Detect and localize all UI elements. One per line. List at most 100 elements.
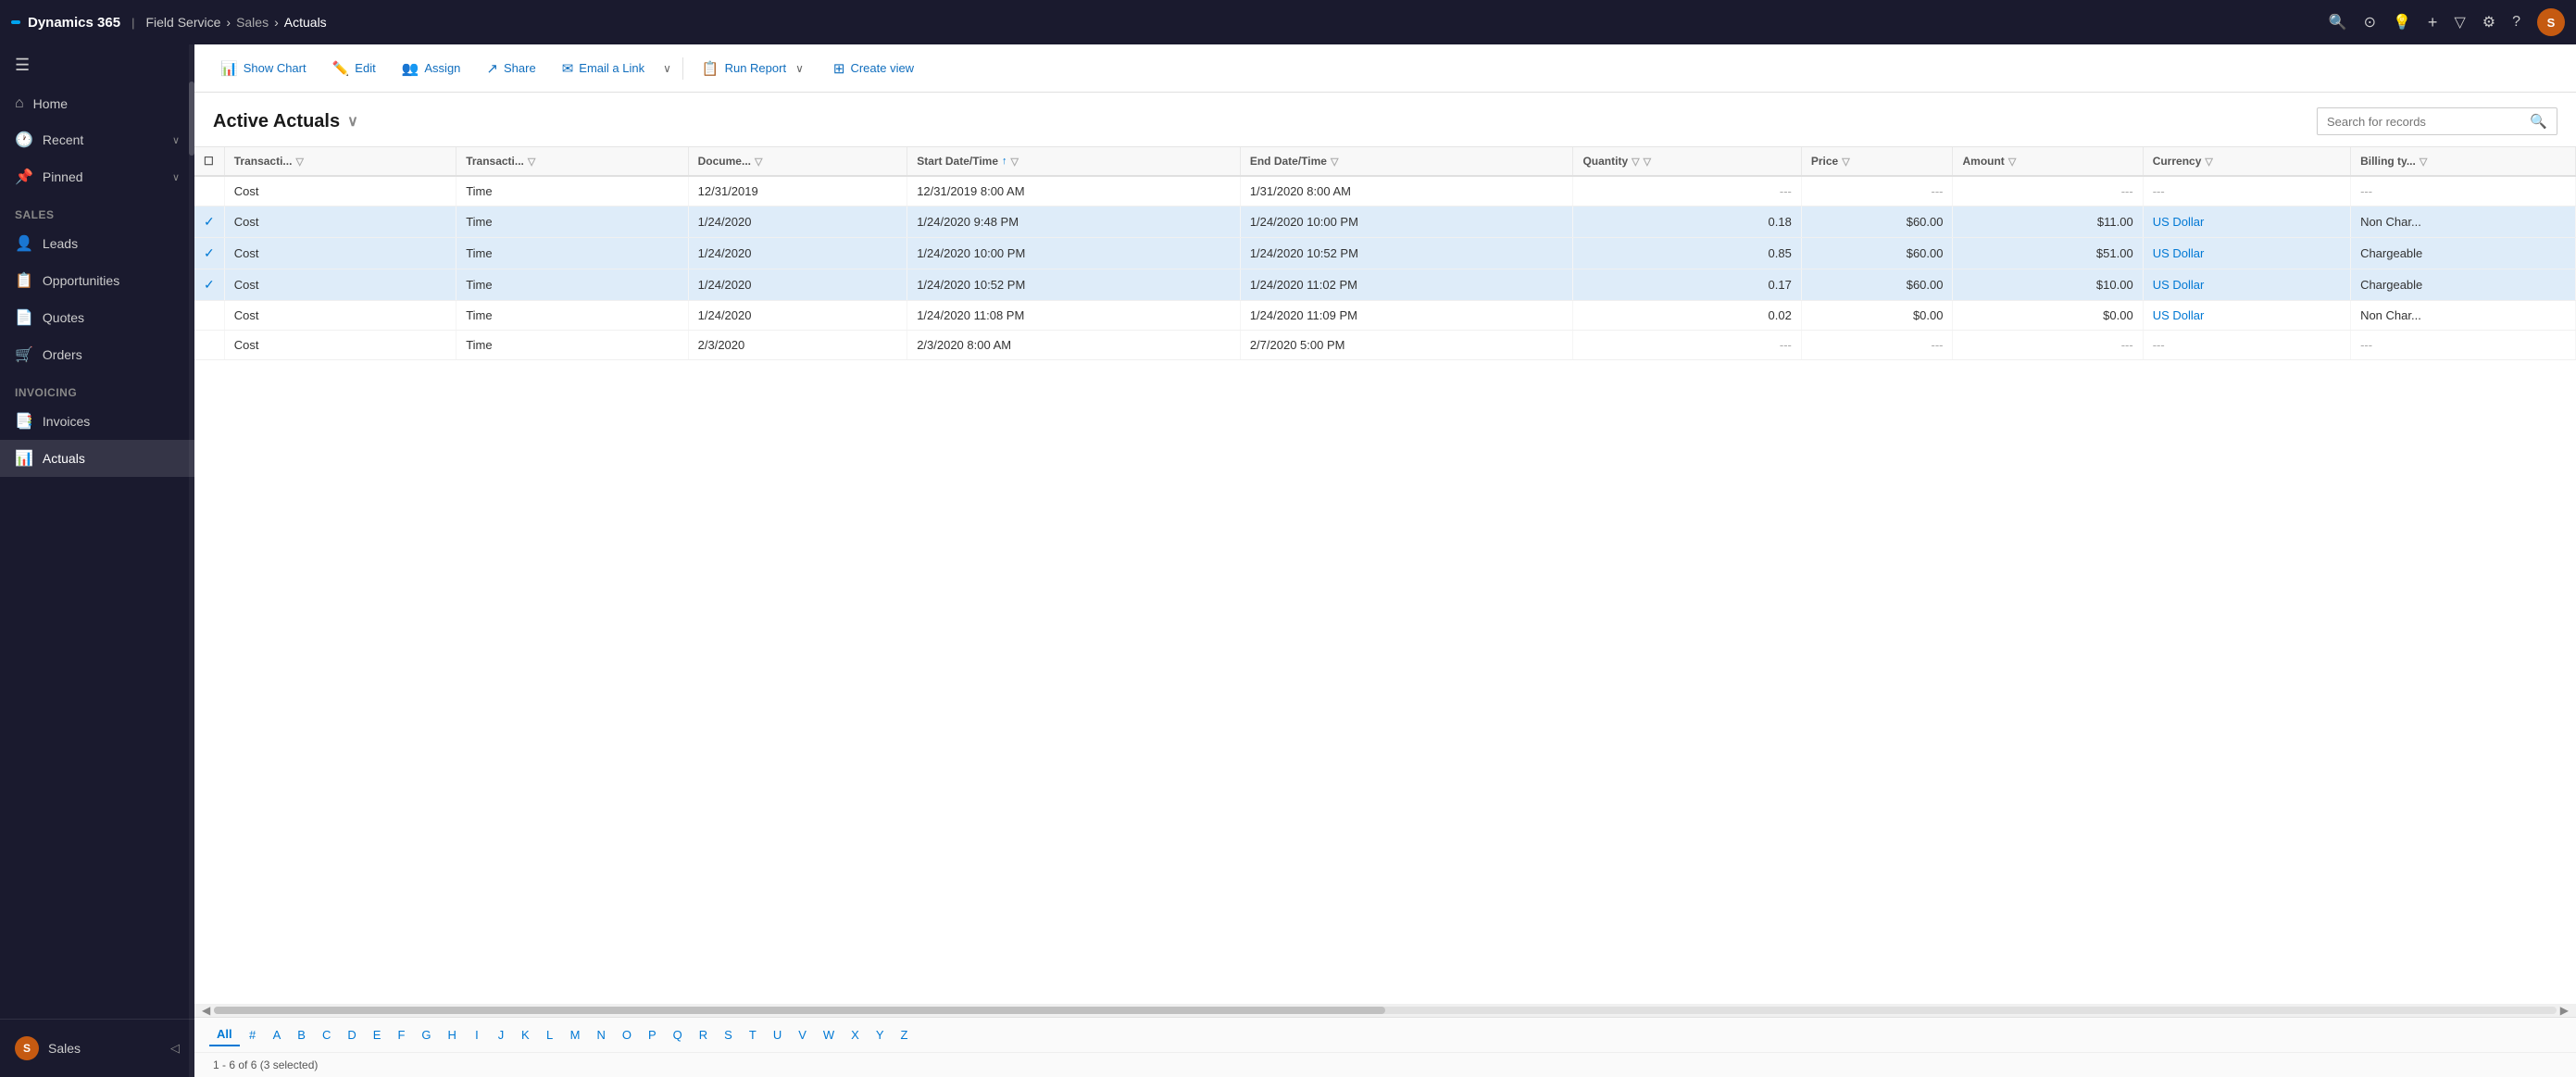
sidebar-item-recent[interactable]: 🕐 Recent ∨: [0, 121, 194, 158]
alpha-btn-s[interactable]: S: [717, 1024, 740, 1046]
table-row[interactable]: ✓ Cost Time 1/24/2020 1/24/2020 10:00 PM…: [194, 238, 2576, 269]
alpha-btn-r[interactable]: R: [692, 1024, 715, 1046]
scroll-thumb[interactable]: [214, 1007, 1385, 1014]
alpha-btn-x[interactable]: X: [844, 1024, 867, 1046]
filter-icon[interactable]: ▽: [2454, 13, 2465, 31]
assign-button[interactable]: 👥 Assign: [391, 55, 472, 82]
sidebar-collapse-icon[interactable]: ◁: [170, 1041, 180, 1056]
view-title-chevron-icon[interactable]: ∨: [347, 112, 358, 131]
alpha-btn-z[interactable]: Z: [894, 1024, 916, 1046]
row-check[interactable]: [194, 301, 224, 331]
more-dropdown-icon[interactable]: ∨: [659, 56, 675, 81]
cell-amount: ---: [1953, 176, 2143, 207]
alpha-btn-g[interactable]: G: [414, 1024, 438, 1046]
filter-icon[interactable]: ▽: [528, 156, 535, 168]
cell-transaction-type: Time: [456, 269, 688, 301]
alpha-btn-i[interactable]: I: [466, 1024, 488, 1046]
sort-asc-icon[interactable]: ↑: [1002, 156, 1007, 167]
avatar[interactable]: S: [2537, 8, 2565, 36]
alpha-btn-q[interactable]: Q: [666, 1024, 690, 1046]
alpha-btn-c[interactable]: C: [315, 1024, 338, 1046]
recent-icon[interactable]: ⊙: [2364, 13, 2376, 31]
alpha-btn-l[interactable]: L: [539, 1024, 561, 1046]
alpha-btn-a[interactable]: A: [266, 1024, 289, 1046]
invoices-icon: 📑: [15, 412, 33, 431]
check-all-header[interactable]: ☐: [194, 147, 224, 176]
table-row[interactable]: Cost Time 12/31/2019 12/31/2019 8:00 AM …: [194, 176, 2576, 207]
filter-icon[interactable]: ▽: [2205, 156, 2212, 168]
scroll-left-icon[interactable]: ◀: [198, 1004, 214, 1017]
run-report-dropdown-icon[interactable]: ∨: [792, 56, 807, 81]
alpha-btn-u[interactable]: U: [766, 1024, 789, 1046]
alpha-btn-h[interactable]: H: [441, 1024, 464, 1046]
table-row[interactable]: ✓ Cost Time 1/24/2020 1/24/2020 9:48 PM …: [194, 207, 2576, 238]
search-input[interactable]: [2327, 115, 2522, 129]
settings-icon[interactable]: ⚙: [2482, 13, 2495, 31]
alpha-btn-d[interactable]: D: [340, 1024, 363, 1046]
col-amount: Amount ▽: [1953, 147, 2143, 176]
alpha-btn-j[interactable]: J: [490, 1024, 512, 1046]
filter-icon[interactable]: ▽: [755, 156, 762, 168]
sidebar-bottom-sales[interactable]: S Sales ◁: [0, 1027, 194, 1070]
row-check[interactable]: ✓: [194, 238, 224, 269]
filter-icon[interactable]: ▽: [1331, 156, 1338, 168]
breadcrumb-sales[interactable]: Sales: [236, 15, 269, 30]
email-link-button[interactable]: ✉ Email a Link: [551, 55, 656, 82]
row-check[interactable]: [194, 331, 224, 360]
sidebar-item-actuals[interactable]: 📊 Actuals: [0, 440, 194, 477]
table-row[interactable]: Cost Time 1/24/2020 1/24/2020 11:08 PM 1…: [194, 301, 2576, 331]
edit-button[interactable]: ✏️ Edit: [321, 55, 387, 82]
alpha-btn-#[interactable]: #: [242, 1024, 264, 1046]
sidebar-item-invoices[interactable]: 📑 Invoices: [0, 403, 194, 440]
show-chart-button[interactable]: 📊 Show Chart: [209, 55, 318, 82]
filter2-icon[interactable]: ▽: [1644, 156, 1651, 168]
row-check[interactable]: [194, 176, 224, 207]
run-report-button[interactable]: 📋 Run Report ∨: [691, 51, 819, 86]
filter-icon[interactable]: ▽: [295, 156, 303, 168]
filter-icon[interactable]: ▽: [1632, 156, 1639, 168]
alpha-btn-p[interactable]: P: [641, 1024, 664, 1046]
sidebar-item-quotes[interactable]: 📄 Quotes: [0, 299, 194, 336]
cell-currency: ---: [2143, 176, 2350, 207]
add-icon[interactable]: +: [2428, 13, 2438, 32]
filter-icon[interactable]: ▽: [1011, 156, 1019, 168]
row-check[interactable]: ✓: [194, 269, 224, 301]
filter-icon[interactable]: ▽: [1842, 156, 1849, 168]
sidebar-item-leads[interactable]: 👤 Leads: [0, 225, 194, 262]
sidebar-item-pinned[interactable]: 📌 Pinned ∨: [0, 158, 194, 195]
lightbulb-icon[interactable]: 💡: [2393, 13, 2411, 31]
sidebar-item-home[interactable]: ⌂ Home: [0, 86, 194, 121]
horizontal-scrollbar[interactable]: ◀ ▶: [194, 1004, 2576, 1017]
row-check[interactable]: ✓: [194, 207, 224, 238]
search-icon[interactable]: 🔍: [2329, 13, 2347, 31]
sidebar-item-opportunities[interactable]: 📋 Opportunities: [0, 262, 194, 299]
alpha-btn-t[interactable]: T: [742, 1024, 764, 1046]
sidebar-toggle-button[interactable]: ☰: [0, 44, 194, 86]
alpha-btn-k[interactable]: K: [514, 1024, 537, 1046]
alpha-btn-f[interactable]: F: [390, 1024, 412, 1046]
app-brand[interactable]: Dynamics 365: [11, 15, 120, 31]
alpha-btn-v[interactable]: V: [791, 1024, 814, 1046]
alpha-btn-all[interactable]: All: [209, 1023, 240, 1046]
sidebar-item-orders[interactable]: 🛒 Orders: [0, 336, 194, 373]
alpha-btn-n[interactable]: N: [589, 1024, 612, 1046]
share-button[interactable]: ↗ Share: [475, 55, 546, 82]
pin-icon: 📌: [15, 168, 33, 186]
table-row[interactable]: Cost Time 2/3/2020 2/3/2020 8:00 AM 2/7/…: [194, 331, 2576, 360]
alpha-btn-m[interactable]: M: [563, 1024, 588, 1046]
alpha-btn-b[interactable]: B: [290, 1024, 313, 1046]
table-row[interactable]: ✓ Cost Time 1/24/2020 1/24/2020 10:52 PM…: [194, 269, 2576, 301]
cell-amount: ---: [1953, 331, 2143, 360]
cell-transaction-type: Time: [456, 331, 688, 360]
create-view-button[interactable]: ⊞ Create view: [822, 55, 925, 82]
scroll-right-icon[interactable]: ▶: [2557, 1004, 2572, 1017]
alpha-btn-o[interactable]: O: [615, 1024, 639, 1046]
filter-icon[interactable]: ▽: [2008, 156, 2016, 168]
help-icon[interactable]: ?: [2512, 14, 2520, 31]
alpha-btn-w[interactable]: W: [816, 1024, 842, 1046]
search-box[interactable]: 🔍: [2317, 107, 2557, 135]
cell-price: $60.00: [1801, 269, 1953, 301]
filter-icon[interactable]: ▽: [2420, 156, 2427, 168]
alpha-btn-e[interactable]: E: [366, 1024, 389, 1046]
alpha-btn-y[interactable]: Y: [869, 1024, 892, 1046]
